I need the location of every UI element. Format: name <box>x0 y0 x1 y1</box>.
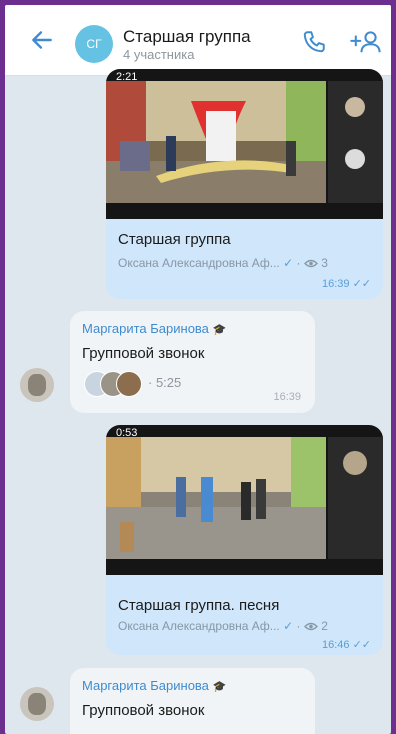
time-text: 16:46 <box>321 639 350 651</box>
video-message[interactable]: 0:53 Старшая группа. песня Оксана Алекса… <box>106 425 383 655</box>
author-name: Оксана Александровна Аф... <box>118 619 280 633</box>
video-frame <box>106 81 326 203</box>
video-caption: Старшая группа. песня <box>118 597 280 614</box>
graduation-cap-icon: 🎓 <box>212 324 227 336</box>
message-time: 16:39 ✓✓ <box>322 277 371 290</box>
video-thumbnail[interactable]: 0:53 <box>106 425 383 575</box>
avatar[interactable] <box>20 368 54 402</box>
eye-icon <box>303 623 318 631</box>
call-label: Групповой звонок <box>82 345 205 362</box>
sender-name-text: Маргарита Баринова <box>82 678 209 693</box>
video-sidebar <box>328 81 383 203</box>
graduation-cap-icon: 🎓 <box>212 681 227 693</box>
read-check-icon: ✓✓ <box>352 278 371 290</box>
video-author: Оксана Александровна Аф... ✓ · 2 <box>118 619 328 633</box>
views-count: 3 <box>321 256 328 270</box>
video-duration: 0:53 <box>116 427 138 439</box>
views-count: 2 <box>321 619 328 633</box>
chat-avatar[interactable]: СГ <box>75 25 113 63</box>
chat-header: СГ Старшая группа 4 участника <box>5 5 391 76</box>
avatar[interactable] <box>20 687 54 721</box>
call-label: Групповой звонок <box>82 702 205 719</box>
call-message[interactable]: Маргарита Баринова 🎓 Групповой звонок <box>70 668 315 734</box>
sender-name[interactable]: Маргарита Баринова 🎓 <box>82 321 226 336</box>
sent-check-icon: ✓ <box>283 619 297 633</box>
participants-row: · 5:25 <box>84 371 224 397</box>
add-user-icon[interactable] <box>349 28 383 56</box>
video-message[interactable]: 2:21 Старшая группа Оксана Александровна… <box>106 69 383 299</box>
call-duration: · 5:25 <box>148 375 182 390</box>
video-duration: 2:21 <box>116 71 138 83</box>
chat-screen: СГ Старшая группа 4 участника 2:21 Старш… <box>5 5 391 734</box>
members-count: 4 участника <box>123 47 195 62</box>
video-frame <box>106 437 326 559</box>
read-check-icon: ✓✓ <box>352 639 371 651</box>
video-thumbnail[interactable]: 2:21 <box>106 69 383 219</box>
arrow-left-icon[interactable] <box>29 27 55 53</box>
participant-avatar <box>116 371 142 397</box>
author-name: Оксана Александровна Аф... <box>118 256 280 270</box>
phone-icon[interactable] <box>301 29 327 55</box>
eye-icon <box>303 260 318 268</box>
video-caption: Старшая группа <box>118 231 231 248</box>
time-text: 16:39 <box>321 278 350 290</box>
sender-name-text: Маргарита Баринова <box>82 321 209 336</box>
video-author: Оксана Александровна Аф... ✓ · 3 <box>118 256 328 270</box>
message-time: 16:46 ✓✓ <box>322 638 371 651</box>
message-time: 16:39 <box>273 391 301 403</box>
chat-title[interactable]: Старшая группа <box>123 27 251 47</box>
call-message[interactable]: Маргарита Баринова 🎓 Групповой звонок · … <box>70 311 315 413</box>
sender-name[interactable]: Маргарита Баринова 🎓 <box>82 678 226 693</box>
sent-check-icon: ✓ <box>283 256 297 270</box>
video-sidebar <box>328 437 383 559</box>
